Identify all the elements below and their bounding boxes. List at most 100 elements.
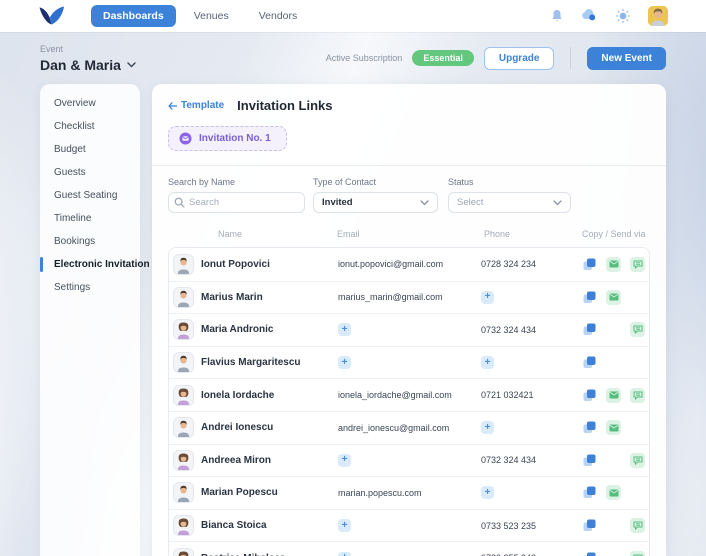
guest-phone: 0733 523 235 bbox=[481, 521, 536, 531]
messages-icon[interactable] bbox=[582, 8, 598, 24]
send-sms-icon[interactable] bbox=[630, 453, 645, 468]
copy-link-icon[interactable] bbox=[582, 290, 597, 305]
guest-name: Marius Marin bbox=[201, 292, 263, 303]
col-header-name: Name bbox=[172, 229, 337, 239]
sidebar-item-electronic-invitation[interactable]: Electronic Invitation bbox=[40, 253, 140, 276]
send-email-icon[interactable] bbox=[606, 388, 621, 403]
guest-name: Bianca Stoica bbox=[201, 520, 267, 531]
add-phone-button[interactable]: + bbox=[481, 291, 494, 304]
copy-link-icon[interactable] bbox=[582, 388, 597, 403]
header-divider bbox=[570, 47, 571, 69]
search-input[interactable] bbox=[168, 192, 305, 213]
bell-icon[interactable] bbox=[549, 8, 565, 24]
search-icon bbox=[174, 197, 185, 208]
nav-items: Dashboards Venues Vendors bbox=[91, 5, 309, 27]
sidebar-item-bookings[interactable]: Bookings bbox=[40, 230, 140, 253]
nav-item-dashboards[interactable]: Dashboards bbox=[91, 5, 176, 27]
guest-avatar bbox=[173, 548, 194, 556]
add-phone-button[interactable]: + bbox=[481, 421, 494, 434]
contact-type-label: Type of Contact bbox=[313, 177, 438, 187]
send-email-icon[interactable] bbox=[606, 485, 621, 500]
nav-item-vendors[interactable]: Vendors bbox=[247, 5, 310, 27]
table-row: Flavius Margaritescu + + bbox=[169, 346, 649, 379]
guests-table: Name Email Phone Copy / Send via Ionut P… bbox=[168, 226, 650, 556]
send-sms-icon[interactable] bbox=[630, 551, 645, 556]
guest-avatar bbox=[173, 385, 194, 406]
sidebar-item-guests[interactable]: Guests bbox=[40, 161, 140, 184]
sidebar-item-overview[interactable]: Overview bbox=[40, 92, 140, 115]
table-row: Marius Marin marius_marin@gmail.com + + bbox=[169, 281, 649, 314]
guest-phone: 0732 324 434 bbox=[481, 455, 536, 465]
col-header-send: Copy / Send via bbox=[578, 229, 650, 239]
send-sms-icon[interactable] bbox=[630, 257, 645, 272]
new-event-button[interactable]: New Event bbox=[587, 47, 666, 70]
add-email-button[interactable]: + bbox=[338, 356, 351, 369]
guest-name: Beatrice Mihalcea bbox=[201, 553, 286, 556]
guest-phone: 0732 324 434 bbox=[481, 325, 536, 335]
add-phone-button[interactable]: + bbox=[481, 486, 494, 499]
theme-icon[interactable] bbox=[615, 8, 631, 24]
sidebar-item-guest-seating[interactable]: Guest Seating bbox=[40, 184, 140, 207]
invitation-links-panel: Template Invitation Links Invitation No.… bbox=[152, 84, 666, 556]
send-email-icon[interactable] bbox=[606, 257, 621, 272]
sidebar-item-budget[interactable]: Budget bbox=[40, 138, 140, 161]
add-phone-button[interactable]: + bbox=[481, 356, 494, 369]
contact-type-select[interactable]: Invited bbox=[313, 192, 438, 213]
send-email-icon[interactable] bbox=[606, 420, 621, 435]
copy-link-icon[interactable] bbox=[582, 257, 597, 272]
table-row: Andrei Ionescu andrei_ionescu@gmail.com … bbox=[169, 411, 649, 444]
sidebar-item-settings[interactable]: Settings bbox=[40, 276, 140, 299]
send-sms-icon[interactable] bbox=[630, 388, 645, 403]
sidebar: OverviewChecklistBudgetGuestsGuest Seati… bbox=[40, 84, 140, 556]
page-title: Invitation Links bbox=[237, 98, 332, 113]
upgrade-button[interactable]: Upgrade bbox=[484, 47, 555, 70]
copy-link-icon[interactable] bbox=[582, 453, 597, 468]
page-header: Event Dan & Maria Active Subscription Es… bbox=[0, 32, 706, 84]
top-navbar: Dashboards Venues Vendors bbox=[0, 0, 706, 32]
add-email-button[interactable]: + bbox=[338, 323, 351, 336]
table-header-row: Name Email Phone Copy / Send via bbox=[168, 226, 650, 247]
invitation-chip[interactable]: Invitation No. 1 bbox=[168, 126, 287, 151]
copy-link-icon[interactable] bbox=[582, 551, 597, 556]
guest-name: Ionela Iordache bbox=[201, 390, 274, 401]
copy-link-icon[interactable] bbox=[582, 355, 597, 370]
send-sms-icon[interactable] bbox=[630, 518, 645, 533]
add-email-button[interactable]: + bbox=[338, 454, 351, 467]
chevron-down-icon bbox=[553, 200, 562, 206]
chevron-down-icon bbox=[127, 62, 136, 68]
guest-avatar bbox=[173, 319, 194, 340]
send-sms-icon[interactable] bbox=[630, 322, 645, 337]
brand-logo-icon[interactable] bbox=[38, 6, 65, 26]
copy-link-icon[interactable] bbox=[582, 518, 597, 533]
table-row: Ionut Popovici ionut.popovici@gmail.com … bbox=[169, 248, 649, 281]
add-email-button[interactable]: + bbox=[338, 519, 351, 532]
guest-email: andrei_ionescu@gmail.com bbox=[338, 423, 449, 433]
col-header-phone: Phone bbox=[480, 229, 578, 239]
guest-phone: 0728 324 234 bbox=[481, 259, 536, 269]
event-switcher[interactable]: Event Dan & Maria bbox=[40, 44, 136, 73]
user-avatar[interactable] bbox=[648, 6, 668, 26]
table-row: Beatrice Mihalcea + 0722 355 243 + bbox=[169, 541, 649, 556]
status-label: Status bbox=[448, 177, 571, 187]
copy-link-icon[interactable] bbox=[582, 322, 597, 337]
send-email-icon[interactable] bbox=[606, 290, 621, 305]
guest-avatar bbox=[173, 254, 194, 275]
guest-name: Andreea Miron bbox=[201, 455, 271, 466]
sidebar-item-checklist[interactable]: Checklist bbox=[40, 115, 140, 138]
guest-name: Flavius Margaritescu bbox=[201, 357, 300, 368]
guest-email: marius_marin@gmail.com bbox=[338, 292, 443, 302]
back-to-template-link[interactable]: Template bbox=[168, 100, 224, 111]
table-row: Marian Popescu marian.popescu.com + + bbox=[169, 476, 649, 509]
arrow-left-icon bbox=[168, 102, 177, 110]
guest-name: Ionut Popovici bbox=[201, 259, 270, 270]
guest-avatar bbox=[173, 450, 194, 471]
copy-link-icon[interactable] bbox=[582, 485, 597, 500]
guest-avatar bbox=[173, 515, 194, 536]
guest-email: ionela_iordache@gmail.com bbox=[338, 390, 452, 400]
status-select[interactable]: Select bbox=[448, 192, 571, 213]
sidebar-item-timeline[interactable]: Timeline bbox=[40, 207, 140, 230]
add-email-button[interactable]: + bbox=[338, 552, 351, 556]
nav-item-venues[interactable]: Venues bbox=[182, 5, 241, 27]
guest-name: Andrei Ionescu bbox=[201, 422, 273, 433]
copy-link-icon[interactable] bbox=[582, 420, 597, 435]
